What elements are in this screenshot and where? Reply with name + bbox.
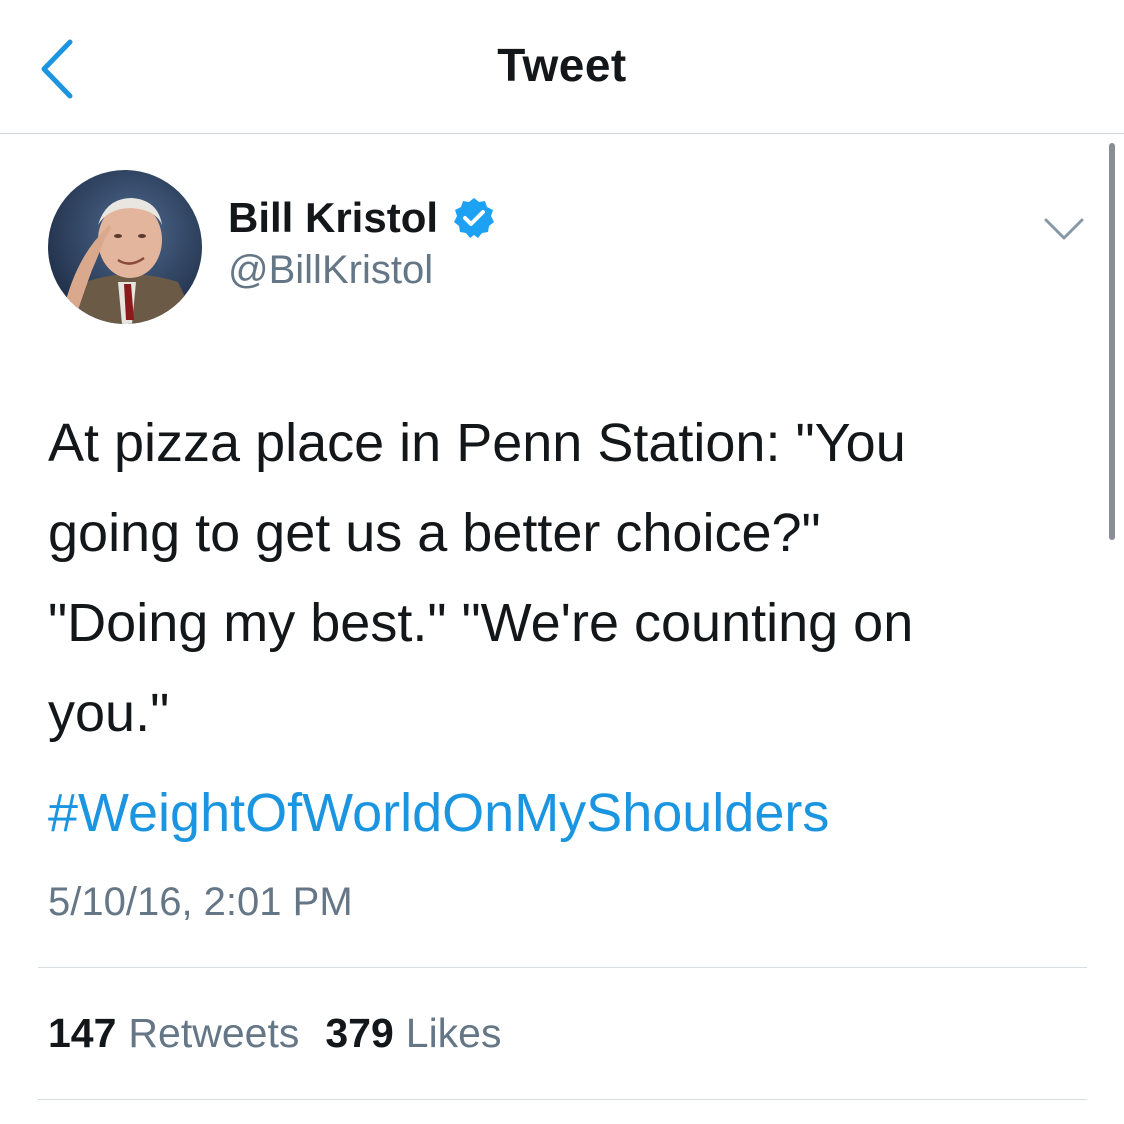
tweet-timestamp: 5/10/16, 2:01 PM [48, 880, 353, 924]
avatar[interactable] [48, 170, 202, 324]
likes-stat[interactable]: 379 Likes [325, 1010, 501, 1057]
hashtag-link[interactable]: #WeightOfWorldOnMyShoulders [48, 768, 829, 858]
author-name-row[interactable]: Bill Kristol [228, 190, 496, 246]
author-handle[interactable]: @BillKristol [228, 248, 433, 293]
author-name: Bill Kristol [228, 194, 439, 241]
likes-count: 379 [325, 1010, 394, 1056]
scrollbar[interactable] [1109, 143, 1115, 540]
tweet-detail-screen: Tweet Bill Kristol @BillKristol At pizza… [0, 0, 1124, 1124]
engagement-stats: 147 Retweets 379 Likes [48, 1010, 527, 1057]
navigation-bar: Tweet [0, 0, 1124, 134]
profile-photo [48, 170, 202, 324]
tweet-text: At pizza place in Penn Station: "You goi… [48, 413, 914, 743]
page-title: Tweet [497, 39, 627, 91]
retweets-label: Retweets [128, 1010, 300, 1056]
divider [38, 1099, 1087, 1100]
verified-badge-icon [452, 196, 496, 240]
likes-label: Likes [405, 1010, 502, 1056]
divider [38, 967, 1087, 968]
chevron-down-icon [1044, 218, 1084, 240]
retweets-count: 147 [48, 1010, 117, 1056]
retweets-stat[interactable]: 147 Retweets [48, 1010, 299, 1057]
tweet-options-button[interactable] [1040, 210, 1088, 246]
